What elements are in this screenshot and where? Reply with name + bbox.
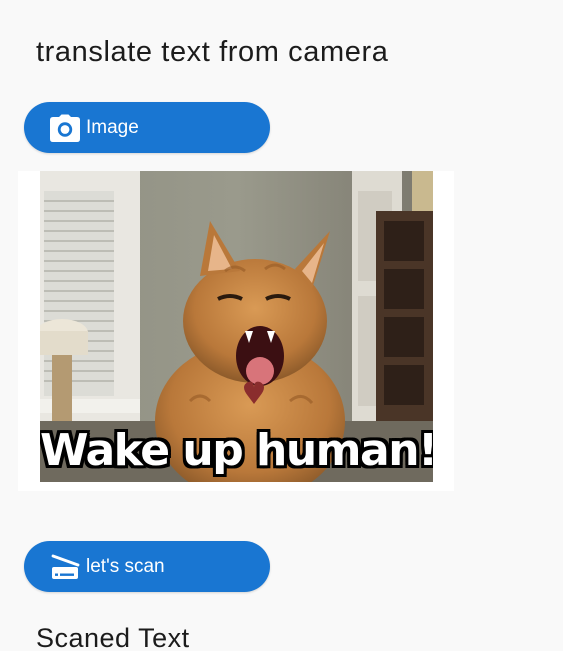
scanned-text-heading: Scaned Text: [36, 623, 190, 651]
scan-button[interactable]: let's scan: [24, 541, 270, 592]
app-page: translate text from camera Image Wake up…: [0, 0, 563, 651]
page-title: translate text from camera: [36, 36, 389, 68]
scanner-icon: [49, 551, 81, 583]
meme-caption: Wake up human!: [40, 425, 433, 476]
scan-button-label: let's scan: [86, 555, 165, 577]
selected-image: Wake up human!: [40, 171, 433, 482]
pick-image-label: Image: [86, 116, 139, 138]
camera-icon: [49, 112, 81, 144]
pick-image-button[interactable]: Image: [24, 102, 270, 153]
